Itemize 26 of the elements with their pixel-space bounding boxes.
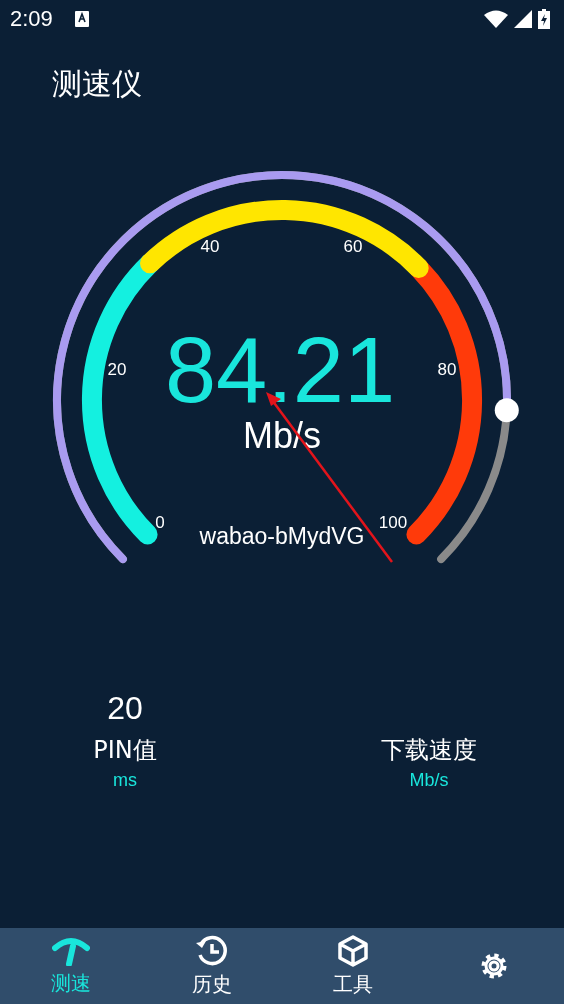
stat-label: 下载速度 [381,735,477,766]
speedometer-icon [51,935,90,966]
scale-label: 100 [378,513,408,532]
scale-label: 60 [343,237,363,256]
page-title: 测速仪 [51,65,143,103]
gauge-knob [494,398,519,423]
speed-value: 84.21 [164,319,396,421]
keyboard-notification-icon [74,11,89,27]
scale-label: 40 [200,237,220,256]
scale-label: 20 [107,360,127,379]
clock: 2:09 [10,6,53,32]
nav-tab[interactable]: 历史 [141,928,282,1004]
scale-label: 80 [437,360,457,379]
nav-tab[interactable]: 测速 [0,928,141,1004]
scale-label: 0 [155,513,165,532]
stat-label: PIN值 [93,735,157,766]
history-icon [194,934,229,967]
stat-value: 20 [107,690,143,728]
battery-charging-icon [538,9,550,29]
stat-unit: ms [113,770,137,791]
cube-icon [336,934,369,967]
signal-icon [514,10,532,28]
wifi-icon [484,10,508,28]
stat-unit: Mb/s [409,770,449,791]
network-name: wabao-bMydVG [199,523,365,549]
nav-tab[interactable]: 工具 [282,928,423,1004]
